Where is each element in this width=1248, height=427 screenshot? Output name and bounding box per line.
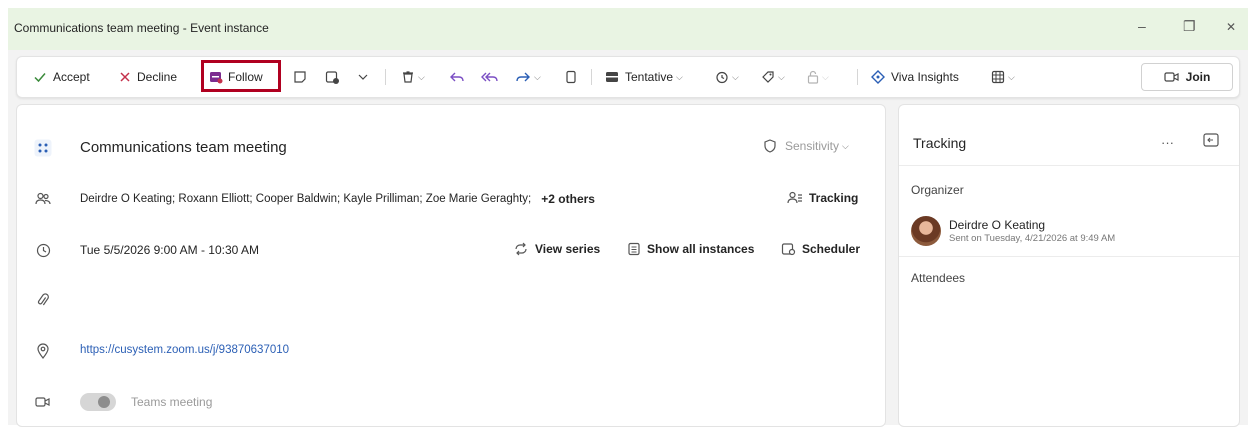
attendee-names: Deirdre O Keating; Roxann Elliott; Coope… bbox=[80, 193, 532, 205]
video-camera-icon bbox=[1164, 72, 1179, 82]
tag-icon bbox=[762, 71, 774, 83]
accept-button[interactable]: Accept bbox=[33, 57, 90, 97]
alarm-clock-icon bbox=[716, 71, 728, 84]
note-button[interactable] bbox=[293, 57, 307, 97]
location-pin-icon bbox=[34, 342, 52, 360]
scheduler-icon bbox=[781, 243, 796, 256]
paperclip-icon[interactable] bbox=[34, 291, 52, 309]
reply-all-icon bbox=[481, 72, 498, 82]
list-calendar-icon bbox=[628, 242, 640, 256]
follow-button[interactable]: Follow bbox=[209, 57, 263, 97]
reminder-dropdown[interactable]: ⌵ bbox=[715, 57, 739, 97]
video-camera-icon bbox=[34, 393, 52, 411]
restore-icon[interactable]: ❐ bbox=[1183, 18, 1196, 35]
view-series-button[interactable]: View series bbox=[513, 242, 600, 256]
tracking-button[interactable]: Tracking bbox=[787, 191, 858, 205]
forward-icon bbox=[516, 72, 530, 82]
calendar-add-icon bbox=[325, 70, 339, 84]
join-label: Join bbox=[1185, 70, 1211, 84]
apps-grid-icon bbox=[991, 70, 1005, 84]
event-subject: Communications team meeting bbox=[80, 139, 287, 156]
lock-dropdown[interactable]: ⌵ bbox=[807, 57, 829, 97]
tracking-panel: Tracking ··· Organizer Deirdre O Keating… bbox=[898, 104, 1240, 427]
chevron-down-icon: ⌵ bbox=[842, 140, 849, 151]
trash-icon bbox=[403, 71, 413, 83]
view-series-label: View series bbox=[535, 242, 601, 256]
teams-meeting-toggle[interactable] bbox=[80, 393, 116, 411]
more-dropdown-button[interactable] bbox=[357, 57, 369, 97]
status-bar-icon bbox=[606, 72, 618, 82]
tracking-label: Tracking bbox=[809, 191, 859, 205]
follow-label: Follow bbox=[228, 70, 263, 84]
attendees-heading: Attendees bbox=[911, 271, 966, 285]
chevron-down-icon: ⌵ bbox=[534, 71, 541, 82]
chevron-down-icon: ⌵ bbox=[418, 71, 425, 82]
repeat-icon bbox=[515, 242, 527, 256]
people-tracking-icon bbox=[787, 191, 802, 204]
viva-insights-label: Viva Insights bbox=[891, 70, 959, 84]
show-all-instances-label: Show all instances bbox=[647, 242, 755, 256]
decline-button[interactable]: Decline bbox=[119, 57, 177, 97]
ribbon-toolbar: Accept Decline Follow ⌵ ⌵ Tentative ⌵ ⌵ … bbox=[16, 56, 1240, 98]
note-icon bbox=[294, 71, 306, 83]
reply-all-button[interactable] bbox=[481, 57, 499, 97]
teams-meeting-label: Teams meeting bbox=[131, 395, 213, 409]
chevron-down-icon: ⌵ bbox=[732, 71, 739, 82]
sensitivity-dropdown[interactable]: Sensitivity ⌵ bbox=[763, 139, 849, 153]
join-button[interactable]: Join bbox=[1141, 63, 1233, 91]
forward-button[interactable]: ⌵ bbox=[515, 57, 541, 97]
calendar-add-button[interactable] bbox=[325, 57, 340, 97]
tentative-dropdown[interactable]: Tentative ⌵ bbox=[605, 57, 683, 97]
event-datetime: Tue 5/5/2026 9:00 AM - 10:30 AM bbox=[80, 243, 260, 257]
sensitivity-label: Sensitivity bbox=[785, 139, 840, 153]
checkmark-icon bbox=[34, 73, 46, 83]
location-link[interactable]: https://cusystem.zoom.us/j/93870637010 bbox=[80, 344, 289, 356]
more-options-icon[interactable]: ··· bbox=[1161, 135, 1174, 150]
event-details-panel: Communications team meeting Sensitivity … bbox=[16, 104, 886, 427]
calendar-follow-icon bbox=[210, 72, 223, 84]
organizer-name[interactable]: Deirdre O Keating bbox=[949, 218, 1045, 232]
event-window: Communications team meeting - Event inst… bbox=[8, 8, 1248, 427]
avatar bbox=[911, 216, 941, 246]
reply-icon bbox=[450, 72, 464, 82]
toggle-knob bbox=[98, 396, 110, 408]
clock-icon bbox=[34, 241, 52, 259]
scheduler-label: Scheduler bbox=[802, 242, 861, 256]
chevron-down-icon: ⌵ bbox=[822, 71, 829, 82]
apps-dropdown[interactable]: ⌵ bbox=[991, 57, 1015, 97]
close-icon[interactable]: ✕ bbox=[1226, 20, 1236, 34]
shield-icon bbox=[764, 139, 776, 153]
title-bar: Communications team meeting - Event inst… bbox=[8, 8, 1248, 50]
categorize-dropdown[interactable]: ⌵ bbox=[761, 57, 785, 97]
others-count[interactable]: +2 others bbox=[541, 192, 595, 206]
organizer-heading: Organizer bbox=[911, 183, 964, 197]
copy-icon bbox=[566, 70, 576, 84]
chevron-down-icon: ⌵ bbox=[1008, 71, 1015, 82]
chevron-down-icon: ⌵ bbox=[778, 71, 785, 82]
viva-insights-button[interactable]: Viva Insights bbox=[871, 57, 959, 97]
window-title: Communications team meeting - Event inst… bbox=[14, 21, 269, 35]
x-icon bbox=[120, 72, 130, 82]
scheduler-button[interactable]: Scheduler bbox=[781, 242, 860, 256]
people-icon bbox=[34, 190, 52, 208]
tracking-panel-title: Tracking bbox=[913, 135, 967, 151]
tentative-label: Tentative bbox=[625, 70, 674, 84]
organizer-sent-time: Sent on Tuesday, 4/21/2026 at 9:49 AM bbox=[949, 233, 1116, 244]
chevron-down-icon bbox=[358, 74, 368, 80]
close-pane-button[interactable] bbox=[1203, 133, 1219, 152]
minimize-icon[interactable]: – bbox=[1138, 18, 1146, 34]
event-type-icon bbox=[34, 139, 52, 157]
lock-icon bbox=[807, 70, 819, 84]
pane-close-icon bbox=[1203, 133, 1219, 147]
delete-button[interactable]: ⌵ bbox=[401, 57, 425, 97]
viva-insights-icon bbox=[871, 70, 885, 84]
attendee-list: Deirdre O Keating; Roxann Elliott; Coope… bbox=[80, 192, 595, 206]
accept-label: Accept bbox=[53, 70, 90, 84]
show-all-instances-button[interactable]: Show all instances bbox=[627, 242, 754, 256]
chevron-down-icon: ⌵ bbox=[676, 71, 683, 82]
copy-button[interactable] bbox=[565, 57, 577, 97]
decline-label: Decline bbox=[137, 70, 178, 84]
reply-button[interactable] bbox=[449, 57, 465, 97]
